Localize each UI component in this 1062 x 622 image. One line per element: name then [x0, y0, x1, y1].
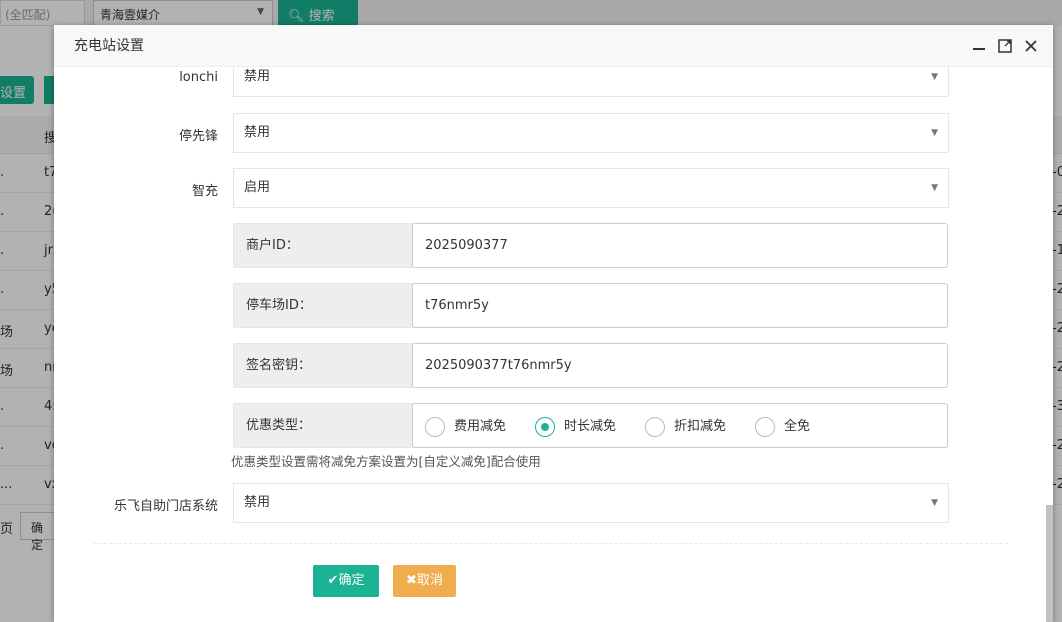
tingxianfeng-select[interactable]: 禁用 ▼: [233, 113, 949, 153]
cancel-button[interactable]: ✖取消: [393, 565, 456, 597]
discount-type-addon: 优惠类型：: [233, 403, 413, 448]
signature-key-group: 签名密钥： 2025090377t76nmr5y: [233, 343, 948, 388]
close-x-icon: ✖: [406, 573, 417, 588]
lonchi-select[interactable]: 禁用 ▼: [233, 67, 949, 97]
lefei-label: 乐飞自助门店系统: [113, 499, 218, 514]
lefei-select[interactable]: 禁用 ▼: [233, 483, 949, 523]
scrollbar-thumb[interactable]: [1046, 505, 1053, 622]
form-divider: [94, 543, 1008, 544]
zhichong-label: 智充: [191, 184, 218, 199]
close-icon[interactable]: [1023, 38, 1039, 54]
radio-duration-waiver[interactable]: 时长减免: [535, 404, 616, 449]
dialog-tools: [971, 25, 1039, 67]
lefei-select-value: 禁用: [244, 495, 271, 510]
lonchi-select-value: 禁用: [244, 69, 271, 84]
radio-label: 费用减免: [454, 419, 507, 434]
dialog-title: 充电站设置: [74, 38, 144, 54]
caret-down-icon: ▼: [931, 498, 938, 508]
cancel-button-label: 取消: [416, 573, 443, 588]
caret-down-icon: ▼: [931, 183, 938, 193]
parking-lot-id-input[interactable]: t76nmr5y: [412, 283, 948, 328]
dialog-body: lonchi 禁用 ▼ 停先锋 禁用 ▼ 智充 启用 ▼ 商户ID： 20250…: [54, 67, 1053, 622]
check-icon: ✔: [327, 573, 339, 588]
merchant-id-addon: 商户ID：: [233, 223, 413, 268]
tingxianfeng-label: 停先锋: [178, 129, 218, 144]
lonchi-label: lonchi: [179, 70, 218, 85]
radio-label: 时长减免: [564, 419, 617, 434]
radio-label: 折扣减免: [674, 419, 727, 434]
caret-down-icon: ▼: [931, 128, 938, 138]
minimize-icon[interactable]: [971, 38, 987, 54]
parking-lot-id-addon: 停车场ID：: [233, 283, 413, 328]
discount-type-group: 优惠类型： 费用减免 时长减免 折扣减免 全免: [233, 403, 948, 448]
radio-circle-icon: [645, 416, 665, 437]
parking-lot-id-group: 停车场ID： t76nmr5y: [233, 283, 948, 328]
dialog-header: 充电站设置: [54, 25, 1053, 67]
signature-key-addon: 签名密钥：: [233, 343, 413, 388]
tingxianfeng-select-value: 禁用: [244, 125, 271, 140]
radio-label: 全免: [784, 419, 811, 434]
merchant-id-group: 商户ID： 2025090377: [233, 223, 948, 268]
discount-type-radios: 费用减免 时长减免 折扣减免 全免: [412, 403, 948, 448]
caret-down-icon: ▼: [931, 72, 938, 82]
zhichong-select[interactable]: 启用 ▼: [233, 168, 949, 208]
charging-station-settings-dialog: 充电站设置 lonchi 禁用 ▼ 停先锋 禁用 ▼ 智充 启用 ▼ 商户ID：…: [54, 25, 1053, 622]
confirm-button[interactable]: ✔确定: [313, 565, 379, 597]
maximize-icon[interactable]: [997, 38, 1013, 54]
radio-full-waiver[interactable]: 全免: [755, 404, 810, 449]
zhichong-select-value: 启用: [244, 180, 271, 195]
signature-key-input[interactable]: 2025090377t76nmr5y: [412, 343, 948, 388]
radio-circle-icon: [755, 416, 775, 437]
radio-circle-icon: [425, 416, 445, 437]
merchant-id-input[interactable]: 2025090377: [412, 223, 948, 268]
radio-discount-waiver[interactable]: 折扣减免: [645, 404, 726, 449]
radio-fee-waiver[interactable]: 费用减免: [425, 404, 506, 449]
discount-hint: 优惠类型设置需将减免方案设置为[自定义减免]配合使用: [231, 454, 541, 469]
radio-selected-icon: [535, 416, 555, 437]
confirm-button-label: 确定: [338, 573, 365, 588]
